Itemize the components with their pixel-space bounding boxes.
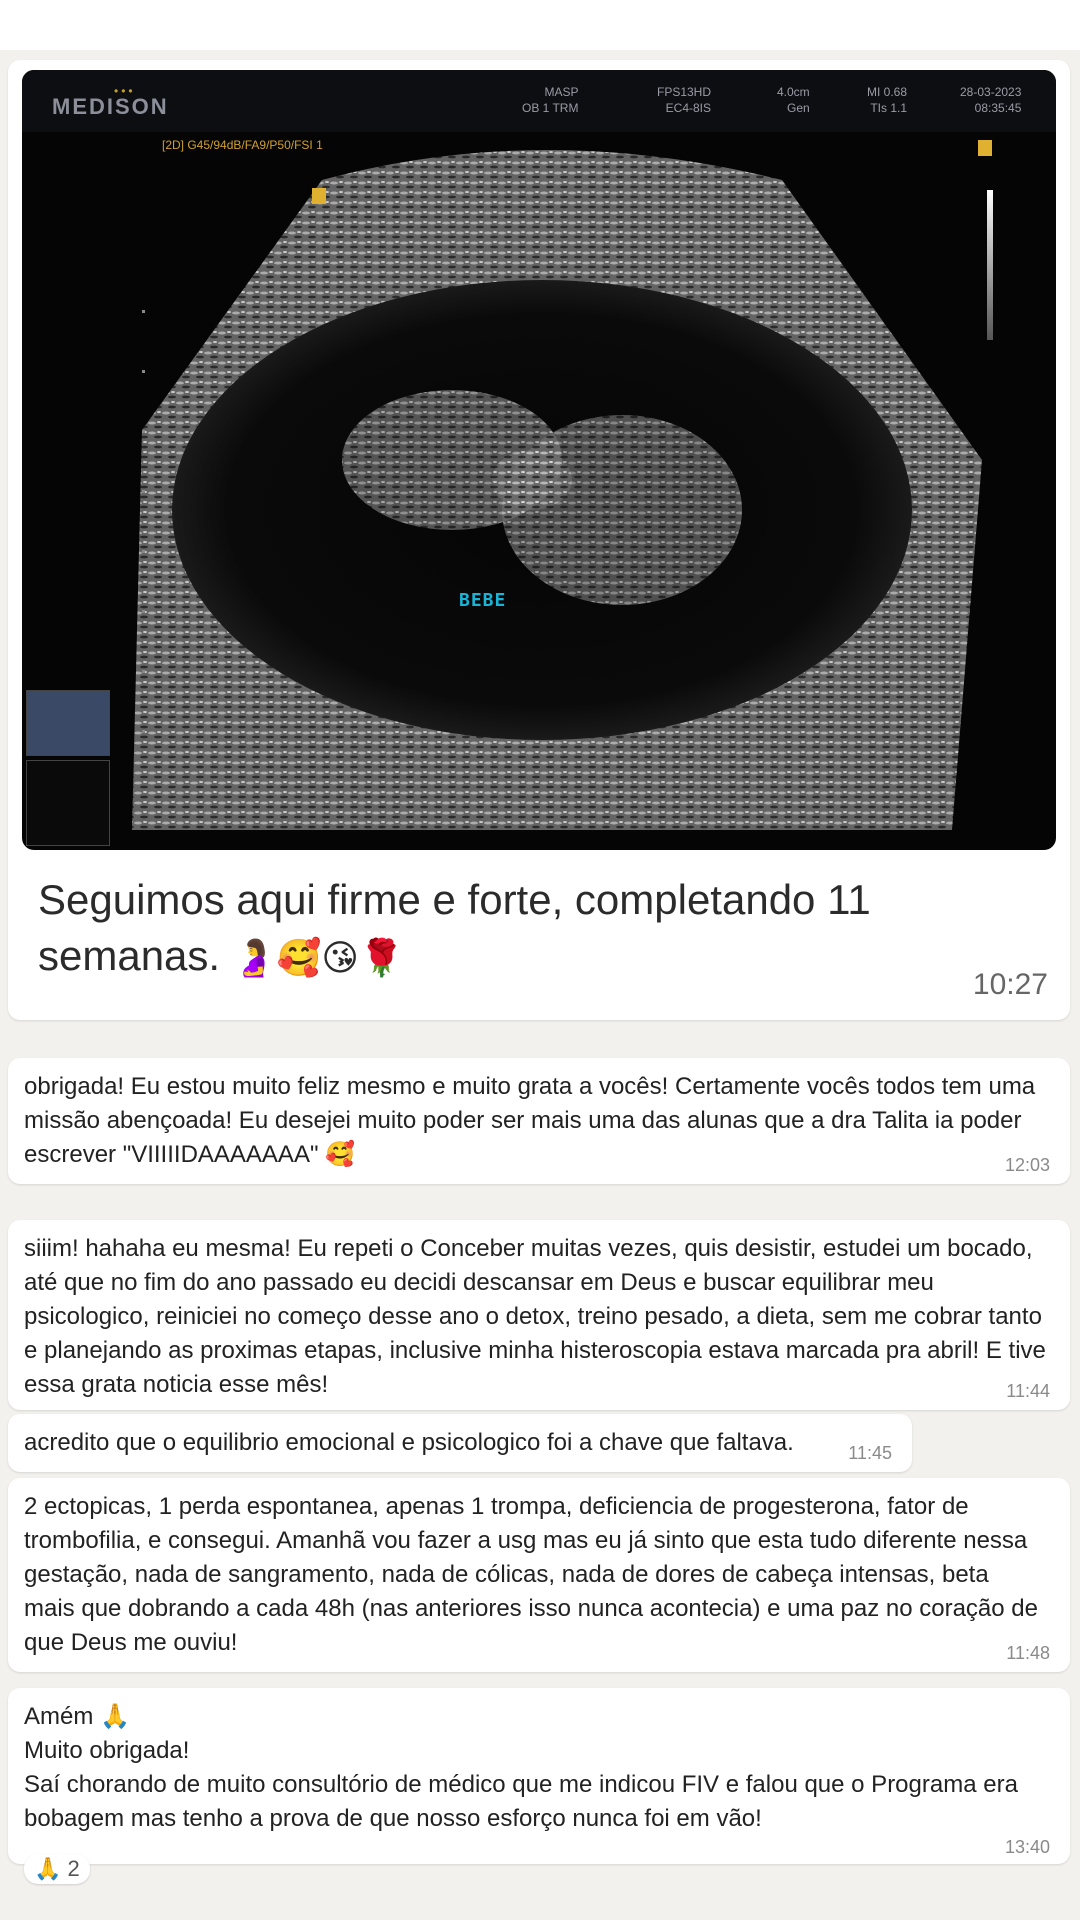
gray-scale-bar: [987, 190, 993, 340]
image-message[interactable]: ••• MEDISON MASP OB 1 TRM FPS13HD EC4-8I…: [8, 60, 1070, 1020]
ultrasound-image[interactable]: ••• MEDISON MASP OB 1 TRM FPS13HD EC4-8I…: [22, 70, 1056, 850]
curve-thumbnail: [26, 760, 110, 846]
caption-text: Seguimos aqui firme e forte, completando…: [38, 876, 871, 979]
probe-settings: [2D] G45/94dB/FA9/P50/FSI 1: [162, 138, 323, 152]
message-text: acredito que o equilibrio emocional e ps…: [24, 1429, 794, 1456]
message-time: 11:44: [1006, 1381, 1050, 1401]
header-index: MI 0.68 TIs 1.1: [867, 85, 908, 115]
header-probe: FPS13HD EC4-8IS: [657, 85, 712, 115]
header-datetime: 28-03-2023 08:35:45: [960, 85, 1022, 115]
message-bubble[interactable]: obrigada! Eu estou muito feliz mesmo e m…: [8, 1058, 1070, 1184]
orientation-marker: [978, 140, 992, 156]
message-time: 11:45: [848, 1443, 892, 1463]
header-preset: MASP OB 1 TRM: [522, 85, 579, 115]
message-time: 11:48: [1006, 1643, 1050, 1663]
top-band: [0, 0, 1080, 50]
message-line-body: Saí chorando de muito consultório de méd…: [24, 1771, 1018, 1832]
message-bubble[interactable]: 2 ectopicas, 1 perda espontanea, apenas …: [8, 1478, 1070, 1672]
message-time: 12:03: [1004, 1155, 1050, 1175]
message-bubble[interactable]: Amém 🙏 Muito obrigada! Saí chorando de m…: [8, 1688, 1070, 1864]
message-text: siiim! hahaha eu mesma! Eu repeti o Conc…: [24, 1235, 1046, 1398]
reaction-badge[interactable]: 🙏 2: [24, 1854, 90, 1884]
ultrasound-scan: [132, 150, 982, 830]
message-time: 13:40: [1004, 1837, 1050, 1857]
message-text: obrigada! Eu estou muito feliz mesmo e m…: [24, 1073, 1036, 1168]
message-bubble[interactable]: acredito que o equilibrio emocional e ps…: [8, 1414, 912, 1472]
ultrasound-label: BEBE: [459, 590, 507, 611]
message-text: 2 ectopicas, 1 perda espontanea, apenas …: [24, 1493, 1038, 1656]
message-line-amen: Amém 🙏: [24, 1703, 130, 1730]
message-time: 10:27: [972, 968, 1048, 1001]
image-caption: Seguimos aqui firme e forte, completando…: [38, 872, 938, 987]
probe-thumbnail: [26, 690, 110, 756]
brand-logo: MEDISON: [52, 94, 169, 119]
header-depth: 4.0cm Gen: [777, 85, 810, 115]
focus-marker: [312, 188, 326, 204]
caption-emojis: 🤰🥰😘🌹: [231, 938, 404, 979]
message-bubble[interactable]: siiim! hahaha eu mesma! Eu repeti o Conc…: [8, 1220, 1070, 1410]
message-line-thanks: Muito obrigada!: [24, 1737, 190, 1764]
